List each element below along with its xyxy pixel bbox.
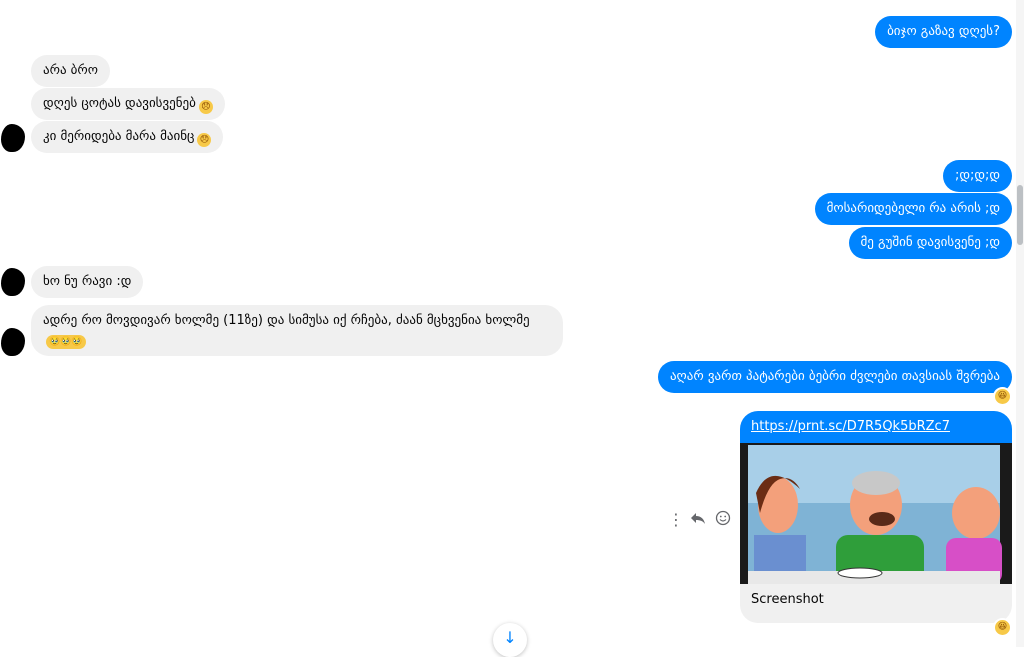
message-text: დღეს ცოტას დავისვენებ <box>43 96 196 111</box>
message-text: ;დ;დ;დ <box>954 168 1000 183</box>
message-text: აღარ ვართ პატარები ბებრი ძვლები თავსიას … <box>669 369 1000 384</box>
avatar[interactable] <box>1 124 25 152</box>
emoji: 🥹🥹🥹 <box>46 335 86 349</box>
link-title: Screenshot <box>751 592 824 607</box>
message-bubble-incoming[interactable]: ადრე რო მოვდივარ ხოლმე (11ზე) და სიმუსა … <box>31 305 563 356</box>
link-preview-card[interactable]: https://prnt.sc/D7R5Qk5bRZc7 Screenshot <box>740 411 1012 623</box>
reaction-laughing-icon[interactable]: 😆 <box>993 387 1012 406</box>
reply-icon[interactable] <box>690 510 706 530</box>
link-url[interactable]: https://prnt.sc/D7R5Qk5bRZc7 <box>740 411 1012 434</box>
avatar[interactable] <box>1 328 25 356</box>
link-header: https://prnt.sc/D7R5Qk5bRZc7 <box>740 411 1012 443</box>
message-text: ბიჯო გაზავ დღეს? <box>887 24 1000 39</box>
message-bubble-incoming[interactable]: კი მერიდება მარა მაინც 😞 <box>31 121 224 153</box>
message-text: კი მერიდება მარა მაინც <box>43 129 195 144</box>
message-bubble-incoming[interactable]: დღეს ცოტას დავისვენებ 😞 <box>31 88 225 120</box>
avatar[interactable] <box>1 268 25 296</box>
message-text: ადრე რო მოვდივარ ხოლმე (11ზე) და სიმუსა … <box>43 313 530 328</box>
message-bubble-outgoing[interactable]: ;დ;დ;დ <box>942 160 1012 192</box>
message-bubble-incoming[interactable]: ხო ნუ რავი :დ <box>31 266 144 298</box>
message-text: ხო ნუ რავი :დ <box>43 274 132 289</box>
message-text: მოსარიდებელი რა არის ;დ <box>826 201 1000 216</box>
emoji: 😞 <box>197 133 212 147</box>
message-bubble-outgoing[interactable]: ბიჯო გაზავ დღეს? <box>875 16 1012 48</box>
message-text: არა ბრო <box>43 63 98 78</box>
scrollbar[interactable] <box>1016 0 1024 647</box>
message-text: მე გუშინ დავისვენე ;დ <box>860 235 1000 250</box>
preview-image[interactable] <box>740 443 1012 584</box>
message-bubble-outgoing[interactable]: აღარ ვართ პატარები ბებრი ძვლები თავსიას … <box>657 361 1012 393</box>
message-bubble-incoming[interactable]: არა ბრო <box>31 55 110 87</box>
emoji: 😞 <box>198 100 213 114</box>
smiley-icon[interactable] <box>715 510 731 530</box>
arrow-down-icon[interactable]: ↓ <box>493 623 527 657</box>
message-bubble-outgoing[interactable]: მოსარიდებელი რა არის ;დ <box>814 193 1012 225</box>
message-bubble-outgoing[interactable]: მე გუშინ დავისვენე ;დ <box>848 227 1012 259</box>
scrollbar-thumb[interactable] <box>1017 185 1023 245</box>
more-vertical-icon[interactable]: ⋮ <box>668 510 684 529</box>
reaction-laughing-icon[interactable]: 😆 <box>993 618 1012 637</box>
